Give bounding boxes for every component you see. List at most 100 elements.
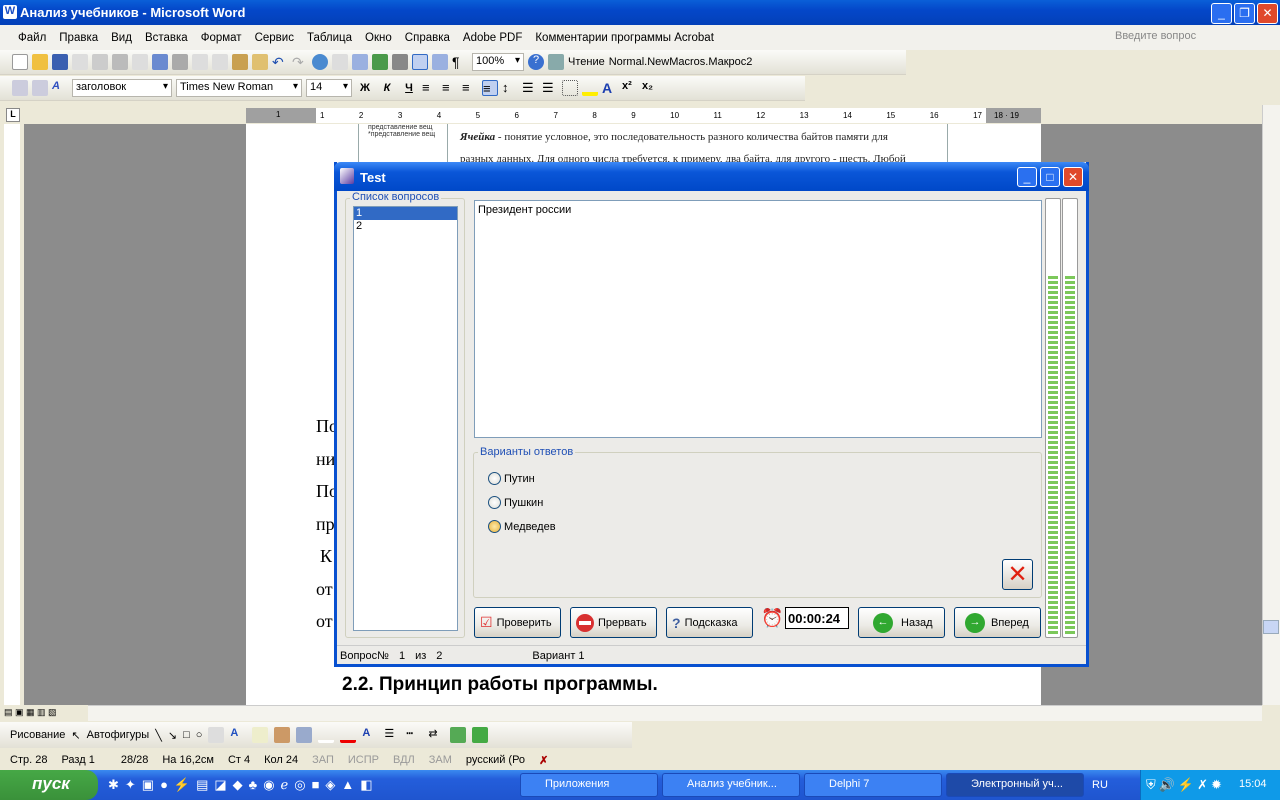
vertical-ruler[interactable] <box>4 124 20 705</box>
dialog-maximize-button[interactable]: □ <box>1040 167 1060 187</box>
menu-table[interactable]: Таблица <box>307 32 352 44</box>
radio-button[interactable] <box>488 496 501 509</box>
horizontal-scrollbar[interactable] <box>88 705 1262 721</box>
paste-icon[interactable] <box>232 54 248 70</box>
copy-icon[interactable] <box>212 54 228 70</box>
answer-option[interactable]: Путин <box>488 472 535 485</box>
clear-answer-button[interactable]: ✕ <box>1002 559 1033 590</box>
line-icon[interactable]: ╲ <box>155 729 162 742</box>
task-prilozheniya[interactable]: Приложения <box>520 773 658 797</box>
diagram-icon[interactable] <box>252 727 269 743</box>
question-list-item[interactable]: 1 <box>354 207 457 220</box>
task-delphi[interactable]: Delphi 7 <box>804 773 942 797</box>
borders-icon[interactable] <box>562 80 578 96</box>
hyperlink-icon[interactable] <box>312 54 328 70</box>
view-buttons[interactable]: ▤ ▣ ▦ ▥ ▧ <box>0 705 88 721</box>
line-color-icon[interactable] <box>340 727 357 743</box>
menu-acrobat-comments[interactable]: Комментарии программы Acrobat <box>535 32 714 44</box>
spelling-icon[interactable] <box>152 54 168 70</box>
language-indicator[interactable]: RU <box>1092 779 1108 791</box>
menu-help[interactable]: Справка <box>405 32 450 44</box>
cut-icon[interactable] <box>192 54 208 70</box>
scroll-thumb[interactable] <box>1263 620 1279 634</box>
textbox-icon[interactable] <box>208 727 225 743</box>
drawing-menu[interactable]: Рисование <box>10 729 65 741</box>
arrow-style-icon[interactable]: ⇄ <box>428 727 444 743</box>
menu-adobe-pdf[interactable]: Adobe PDF <box>463 32 522 44</box>
arrow-icon[interactable]: ↘ <box>168 729 177 742</box>
align-center-icon[interactable]: ≡ <box>442 80 458 96</box>
clipart-icon[interactable] <box>274 727 291 743</box>
increase-indent-icon[interactable] <box>32 80 48 96</box>
font-color-icon[interactable]: A <box>362 727 378 743</box>
bullets-icon[interactable]: ☰ <box>542 80 558 96</box>
menu-insert[interactable]: Вставка <box>145 32 188 44</box>
underline-button[interactable]: Ч <box>400 82 418 94</box>
status-overtype[interactable]: ЗАМ <box>429 754 452 766</box>
start-button[interactable]: пуск <box>0 770 98 800</box>
menu-format[interactable]: Формат <box>201 32 242 44</box>
reading-button[interactable]: Чтение <box>568 56 605 68</box>
tab-selector[interactable]: L <box>6 108 20 122</box>
justify-icon[interactable]: ≡ <box>482 80 498 96</box>
style-combo[interactable]: заголовок <box>72 79 172 97</box>
zoom-combo[interactable]: 100% <box>472 53 524 71</box>
3d-icon[interactable] <box>472 727 489 743</box>
autoshapes-menu[interactable]: Автофигуры <box>87 729 150 741</box>
styles-icon[interactable]: A <box>52 80 68 96</box>
new-document-icon[interactable] <box>12 54 28 70</box>
email-icon[interactable] <box>92 54 108 70</box>
tray-icons[interactable]: ⛨🔊⚡✗✹ <box>1146 777 1225 793</box>
italic-button[interactable]: К <box>378 82 396 94</box>
vertical-scrollbar[interactable] <box>1262 105 1280 705</box>
menu-edit[interactable]: Правка <box>59 32 98 44</box>
align-right-icon[interactable]: ≡ <box>462 80 478 96</box>
radio-button[interactable] <box>488 520 501 533</box>
research-icon[interactable] <box>172 54 188 70</box>
tables-borders-icon[interactable] <box>332 54 348 70</box>
oval-icon[interactable]: ○ <box>196 729 203 741</box>
decrease-indent-icon[interactable] <box>12 80 28 96</box>
drawing-icon[interactable] <box>412 54 428 70</box>
font-combo[interactable]: Times New Roman <box>176 79 302 97</box>
back-button[interactable]: ← Назад <box>858 607 945 638</box>
hint-button[interactable]: ? Подсказка <box>666 607 753 638</box>
task-word[interactable]: Анализ учебник... <box>662 773 800 797</box>
format-painter-icon[interactable] <box>252 54 268 70</box>
check-button[interactable]: ☑ Проверить <box>474 607 561 638</box>
align-left-icon[interactable]: ≡ <box>422 80 438 96</box>
shadow-icon[interactable] <box>450 727 467 743</box>
macro-button[interactable]: Normal.NewMacros.Макрос2 <box>609 56 753 68</box>
answer-option[interactable]: Пушкин <box>488 496 543 509</box>
menu-tools[interactable]: Сервис <box>255 32 294 44</box>
forward-button[interactable]: → Вперед <box>954 607 1041 638</box>
print-preview-icon[interactable] <box>132 54 148 70</box>
menu-view[interactable]: Вид <box>111 32 132 44</box>
show-formatting-icon[interactable]: ¶ <box>452 54 468 70</box>
horizontal-ruler[interactable]: 1 2 3 4 5 6 7 8 9 10 11 12 13 14 15 16 17 <box>316 108 986 123</box>
bold-button[interactable]: Ж <box>356 82 374 94</box>
font-color-icon[interactable]: A <box>602 80 618 96</box>
maximize-button[interactable]: ❐ <box>1234 3 1255 24</box>
status-record[interactable]: ЗАП <box>312 754 334 766</box>
save-icon[interactable] <box>52 54 68 70</box>
print-icon[interactable] <box>112 54 128 70</box>
line-spacing-icon[interactable]: ↕ <box>502 80 518 96</box>
quick-launch-icons[interactable]: ✱✦▣●⚡▤◪◆♣◉ℯ◎■◈▲◧ <box>108 777 379 793</box>
insert-excel-icon[interactable] <box>372 54 388 70</box>
minimize-button[interactable]: _ <box>1211 3 1232 24</box>
select-objects-icon[interactable]: ↖ <box>71 729 80 742</box>
menu-file[interactable]: Файл <box>18 32 46 44</box>
dash-style-icon[interactable]: ┅ <box>406 727 422 743</box>
help-icon[interactable]: ? <box>528 54 544 70</box>
spelling-status-icon[interactable]: ✗ <box>539 754 548 767</box>
menu-window[interactable]: Окно <box>365 32 392 44</box>
dialog-close-button[interactable]: ✕ <box>1063 167 1083 187</box>
document-map-icon[interactable] <box>432 54 448 70</box>
columns-icon[interactable] <box>392 54 408 70</box>
answer-option-selected[interactable]: Медведев <box>488 520 556 533</box>
highlight-icon[interactable] <box>582 80 598 96</box>
fill-color-icon[interactable] <box>318 727 335 743</box>
subscript-icon[interactable]: x₂ <box>642 80 658 96</box>
wordart-icon[interactable]: A <box>230 727 246 743</box>
